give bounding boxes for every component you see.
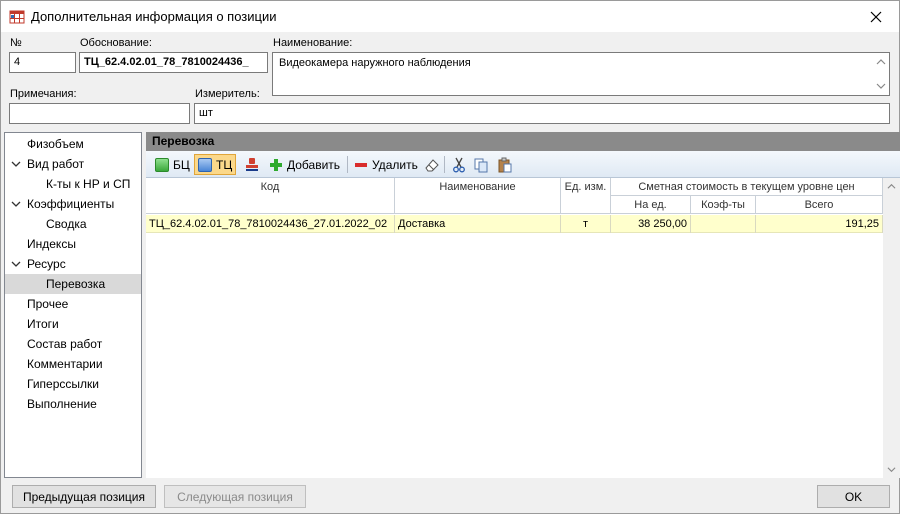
tc-button[interactable]: ТЦ xyxy=(194,154,237,175)
bc-button[interactable]: БЦ xyxy=(152,154,193,175)
tree-item[interactable]: Комментарии xyxy=(5,354,141,374)
chevron-down-icon[interactable] xyxy=(11,199,21,209)
section-tree: Физобъем Вид работ К-ты к НР и СП Коэффицие… xyxy=(4,132,142,478)
tree-item-label: Вид работ xyxy=(27,157,85,171)
tree-item-label: Состав работ xyxy=(27,337,103,351)
cell-name[interactable]: Доставка xyxy=(395,215,561,233)
toolbar-separator xyxy=(444,156,445,173)
tree-item[interactable]: Индексы xyxy=(5,234,141,254)
delete-button[interactable]: Удалить xyxy=(351,154,421,175)
tree-item[interactable]: Вид работ xyxy=(5,154,141,174)
header-name[interactable]: Наименование xyxy=(395,178,561,214)
tree-item[interactable]: Коэффициенты xyxy=(5,194,141,214)
eraser-icon xyxy=(425,158,439,171)
close-icon xyxy=(870,11,882,22)
notes-field[interactable] xyxy=(9,103,190,124)
green-square-icon xyxy=(155,157,169,172)
chevron-down-icon[interactable] xyxy=(11,159,21,169)
window-title: Дополнительная информация о позиции xyxy=(31,9,277,24)
number-field[interactable]: 4 xyxy=(9,52,76,73)
tree-item[interactable]: Состав работ xyxy=(5,334,141,354)
transport-grid: Код Наименование Ед. изм. Сметная стоимо… xyxy=(146,178,900,478)
tree-item-label: Сводка xyxy=(46,217,87,231)
minus-icon xyxy=(355,162,367,167)
add-button[interactable]: Добавить xyxy=(266,154,343,175)
add-label: Добавить xyxy=(287,157,341,172)
scroll-up-icon[interactable] xyxy=(876,57,886,67)
scissors-icon xyxy=(453,157,465,172)
tree-item[interactable]: Сводка xyxy=(5,214,141,234)
unit-field[interactable]: шт xyxy=(194,103,890,124)
tree-item-label: Физобъем xyxy=(27,137,84,151)
tree-item[interactable]: Перевозка xyxy=(5,274,141,294)
bc-label: БЦ xyxy=(173,157,190,172)
chevron-down-icon[interactable] xyxy=(11,259,21,269)
dialog-window: Дополнительная информация о позиции № 4 … xyxy=(0,0,900,514)
header-coef[interactable]: Коэф-ты xyxy=(691,196,756,214)
tree-item[interactable]: Прочее xyxy=(5,294,141,314)
header-per-unit[interactable]: На ед. xyxy=(611,196,691,214)
tree-item-label: Выполнение xyxy=(27,397,97,411)
tree-item[interactable]: Ресурс xyxy=(5,254,141,274)
header-code[interactable]: Код xyxy=(146,178,395,214)
tree-item-label: Индексы xyxy=(27,237,76,251)
tree-item-label: Ресурс xyxy=(27,257,66,271)
tree-item[interactable]: Выполнение xyxy=(5,394,141,414)
stamp-button[interactable] xyxy=(241,154,263,175)
tree-item-label: К-ты к НР и СП xyxy=(46,177,131,191)
header-total[interactable]: Всего xyxy=(756,196,883,214)
copy-icon xyxy=(474,158,488,172)
scroll-down-icon[interactable] xyxy=(876,81,886,91)
tree-item[interactable]: К-ты к НР и СП xyxy=(5,174,141,194)
tree-item-label: Комментарии xyxy=(27,357,103,371)
copy-button[interactable] xyxy=(470,154,492,175)
paste-button[interactable] xyxy=(494,154,516,175)
cut-button[interactable] xyxy=(448,154,470,175)
tree-item-label: Перевозка xyxy=(46,277,106,291)
name-field-scrollbar[interactable] xyxy=(873,53,889,95)
scroll-up-icon[interactable] xyxy=(887,182,896,191)
delete-label: Удалить xyxy=(372,157,418,172)
panel-title: Перевозка xyxy=(152,134,215,148)
title-bar: Дополнительная информация о позиции xyxy=(1,1,899,32)
toolbar: БЦ ТЦ Добавить Удалить xyxy=(146,151,900,178)
prev-position-button[interactable]: Предыдущая позиция xyxy=(12,485,156,508)
tree-item-label: Коэффициенты xyxy=(27,197,115,211)
next-position-button[interactable]: Следующая позиция xyxy=(164,485,306,508)
notes-label: Примечания: xyxy=(10,88,77,100)
tree-item[interactable]: Гиперссылки xyxy=(5,374,141,394)
panel-header: Перевозка xyxy=(146,132,900,151)
grid-scrollbar[interactable] xyxy=(883,178,900,478)
basis-field[interactable]: ТЦ_62.4.02.01_78_7810024436_ xyxy=(79,52,268,73)
plus-icon xyxy=(270,158,282,171)
header-cost-group: Сметная стоимость в текущем уровне цен xyxy=(611,178,883,196)
tc-label: ТЦ xyxy=(216,157,233,172)
toolbar-separator xyxy=(347,156,348,173)
tree-item[interactable]: Физобъем xyxy=(5,134,141,154)
name-label: Наименование: xyxy=(273,37,353,49)
number-label: № xyxy=(10,37,22,49)
ok-button[interactable]: OK xyxy=(817,485,890,508)
cell-unit[interactable]: т xyxy=(561,215,611,233)
header-unit[interactable]: Ед. изм. xyxy=(561,178,611,214)
cell-code[interactable]: ТЦ_62.4.02.01_78_7810024436_27.01.2022_0… xyxy=(146,215,395,233)
tree-item[interactable]: Итоги xyxy=(5,314,141,334)
blue-square-icon xyxy=(198,157,212,172)
stamp-icon xyxy=(246,157,258,171)
cell-total[interactable]: 191,25 xyxy=(756,215,883,233)
table-app-icon xyxy=(9,10,25,24)
tree-item-label: Гиперссылки xyxy=(27,377,99,391)
tree-item-label: Прочее xyxy=(27,297,69,311)
clear-button[interactable] xyxy=(421,154,443,175)
basis-label: Обоснование: xyxy=(80,37,152,49)
unit-label: Измеритель: xyxy=(195,88,260,100)
paste-icon xyxy=(498,157,512,172)
tree-item-label: Итоги xyxy=(27,317,59,331)
close-button[interactable] xyxy=(853,1,899,32)
cell-per-unit[interactable]: 38 250,00 xyxy=(611,215,691,233)
scroll-down-icon[interactable] xyxy=(887,465,896,474)
cell-coef[interactable] xyxy=(691,215,756,233)
name-field[interactable]: Видеокамера наружного наблюдения xyxy=(272,52,890,96)
name-field-text: Видеокамера наружного наблюдения xyxy=(279,57,471,69)
